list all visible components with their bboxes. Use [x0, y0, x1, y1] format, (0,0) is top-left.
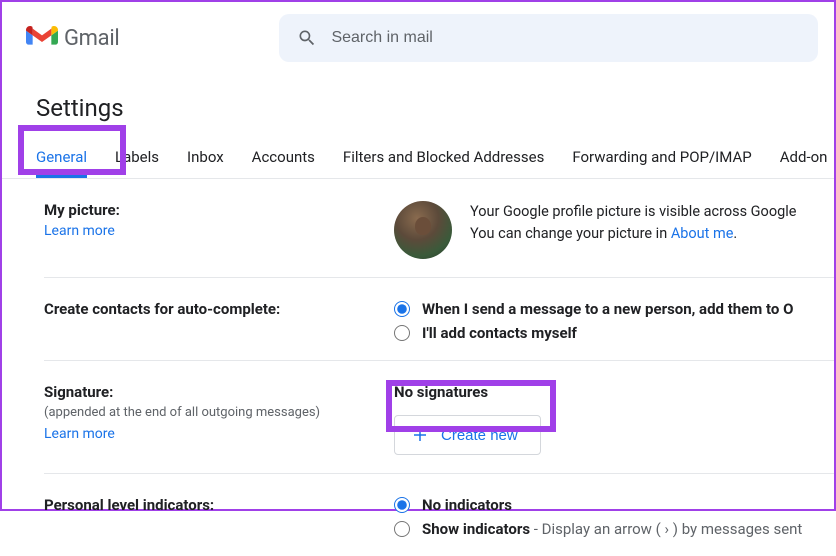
- section-my-picture: My picture: Learn more Your Google profi…: [44, 179, 834, 278]
- contacts-radio-auto[interactable]: [394, 301, 410, 317]
- contacts-title: Create contacts for auto-complete:: [44, 300, 394, 318]
- contacts-opt-manual[interactable]: I'll add contacts myself: [394, 324, 793, 342]
- section-create-contacts: Create contacts for auto-complete: When …: [44, 278, 834, 361]
- about-me-link[interactable]: About me: [671, 225, 734, 242]
- gmail-icon: [26, 26, 58, 50]
- section-indicators: Personal level indicators: No indicators…: [44, 474, 834, 556]
- tab-labels[interactable]: Labels: [101, 138, 173, 178]
- contacts-radio-manual[interactable]: [394, 325, 410, 341]
- tab-accounts[interactable]: Accounts: [238, 138, 329, 178]
- tab-forwarding[interactable]: Forwarding and POP/IMAP: [558, 138, 765, 178]
- tab-filters[interactable]: Filters and Blocked Addresses: [329, 138, 558, 178]
- picture-desc-line2: You can change your picture in: [470, 225, 671, 242]
- my-picture-learn-more[interactable]: Learn more: [44, 223, 394, 239]
- indicators-opt-none[interactable]: No indicators: [394, 496, 802, 514]
- indicators-title: Personal level indicators:: [44, 496, 394, 514]
- page-title: Settings: [2, 80, 834, 138]
- search-bar[interactable]: [279, 14, 818, 62]
- search-input[interactable]: [331, 29, 800, 47]
- picture-desc-line1: Your Google profile picture is visible a…: [470, 203, 796, 220]
- tab-inbox[interactable]: Inbox: [173, 138, 238, 178]
- contacts-opt-auto[interactable]: When I send a message to a new person, a…: [394, 300, 793, 318]
- my-picture-title: My picture:: [44, 201, 394, 219]
- settings-tabs: General Labels Inbox Accounts Filters an…: [2, 138, 834, 179]
- signature-learn-more[interactable]: Learn more: [44, 426, 394, 442]
- app-name: Gmail: [64, 26, 119, 51]
- plus-icon: [411, 426, 429, 444]
- picture-description: Your Google profile picture is visible a…: [470, 201, 796, 259]
- indicators-radio-show[interactable]: [394, 521, 410, 537]
- section-signature: Signature: (appended at the end of all o…: [44, 361, 834, 474]
- create-new-button[interactable]: Create new: [394, 415, 541, 455]
- avatar[interactable]: [394, 201, 452, 259]
- signature-sub: (appended at the end of all outgoing mes…: [44, 405, 394, 420]
- tab-addons[interactable]: Add-on: [766, 138, 836, 178]
- tab-general[interactable]: General: [22, 138, 101, 178]
- search-icon: [297, 28, 317, 48]
- signature-status: No signatures: [394, 383, 541, 401]
- signature-title: Signature:: [44, 383, 394, 401]
- indicators-opt-show[interactable]: Show indicators - Display an arrow ( › )…: [394, 520, 802, 538]
- gmail-logo-wrap[interactable]: Gmail: [26, 26, 119, 51]
